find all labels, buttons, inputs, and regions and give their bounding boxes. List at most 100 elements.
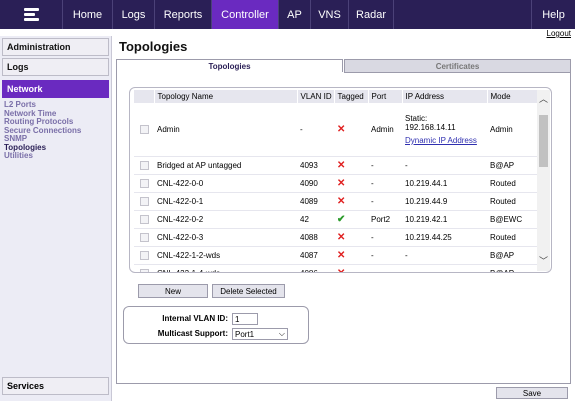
extreme-logo-icon[interactable] [0, 0, 62, 29]
internal-vlan-id-input[interactable]: 1 [232, 313, 258, 325]
table-scrollbar[interactable]: ︿ ﹀ [537, 90, 550, 271]
ip-address: - [402, 264, 487, 272]
table-row[interactable]: CNL-422-0-1 4089 ✕ - 10.219.44.9 Routed [134, 192, 537, 211]
topology-name: Admin [154, 103, 297, 157]
vlan-settings-box: Internal VLAN ID: 1 Multicast Support: P… [123, 306, 309, 344]
mode: Routed [487, 228, 537, 247]
nav-tab-logs[interactable]: Logs [112, 0, 154, 29]
mode: B@AP [487, 246, 537, 265]
row-checkbox[interactable] [140, 196, 149, 206]
multicast-support-value: Port1 [235, 329, 255, 339]
port: - [368, 246, 402, 265]
untagged-x-icon: ✕ [337, 195, 346, 207]
column-header-ip-address[interactable]: IP Address [402, 90, 488, 103]
row-checkbox[interactable] [140, 214, 149, 224]
port: Admin [368, 103, 402, 157]
tagged-check-icon: ✔ [337, 213, 346, 225]
scroll-down-arrow-icon[interactable]: ﹀ [537, 254, 550, 267]
mode: B@AP [487, 264, 537, 272]
row-checkbox[interactable] [140, 250, 149, 260]
scroll-up-arrow-icon[interactable]: ︿ [537, 92, 550, 105]
delete-selected-button[interactable]: Delete Selected [212, 284, 285, 298]
untagged-x-icon: ✕ [337, 177, 346, 189]
new-button[interactable]: New [138, 284, 208, 298]
untagged-x-icon: ✕ [337, 267, 346, 273]
sidebar: Administration Logs Network L2 Ports Net… [0, 36, 112, 401]
row-checkbox[interactable] [140, 178, 149, 188]
port: - [368, 156, 402, 175]
topologies-table: Topology Name VLAN ID Tagged Port IP Add… [134, 90, 538, 273]
tab-certificates[interactable]: Certificates [344, 59, 571, 73]
column-header-topology-name[interactable]: Topology Name [154, 90, 298, 103]
column-header-vlan-id[interactable]: VLAN ID [297, 90, 335, 103]
column-header-select [134, 90, 155, 103]
untagged-x-icon: ✕ [337, 123, 346, 135]
top-nav-bar: Home Logs Reports Controller AP VNS Rada… [0, 0, 575, 29]
nav-tab-controller[interactable]: Controller [211, 0, 278, 29]
save-button[interactable]: Save [496, 387, 568, 399]
table-row[interactable]: Admin - ✕ Admin Static: 192.168.14.11 Dy… [134, 103, 537, 157]
sidebar-item-utilities[interactable]: Utilities [4, 151, 111, 161]
row-checkbox[interactable] [140, 160, 149, 170]
mode: Routed [487, 174, 537, 193]
page-title: Topologies [119, 39, 188, 54]
row-checkbox[interactable] [140, 268, 149, 272]
table-row[interactable]: CNL-422-1-4-wds 4086 ✕ - - B@AP [134, 264, 537, 273]
ip-address: 10.219.44.9 [402, 192, 487, 211]
mode: Routed [487, 192, 537, 211]
topology-name: CNL-422-0-0 [154, 174, 297, 193]
vlan-id: 42 [297, 210, 334, 229]
nav-tab-radar[interactable]: Radar [348, 0, 393, 29]
nav-tab-home[interactable]: Home [62, 0, 112, 29]
internal-vlan-id-label: Internal VLAN ID: [162, 314, 228, 323]
ip-address: - [402, 246, 487, 265]
row-checkbox[interactable] [140, 232, 149, 242]
table-row[interactable]: CNL-422-0-0 4090 ✕ - 10.219.44.1 Routed [134, 174, 537, 193]
nav-tab-reports[interactable]: Reports [154, 0, 211, 29]
untagged-x-icon: ✕ [337, 159, 346, 171]
column-header-port[interactable]: Port [368, 90, 403, 103]
table-header-row: Topology Name VLAN ID Tagged Port IP Add… [134, 90, 538, 103]
sidebar-network-links: L2 Ports Network Time Routing Protocols … [0, 98, 111, 161]
nav-tab-vns[interactable]: VNS [310, 0, 348, 29]
mode: Admin [487, 103, 537, 157]
multicast-support-select[interactable]: Port1 ⌵ [232, 328, 288, 340]
ip-address: 10.219.42.1 [402, 210, 487, 229]
multicast-support-label: Multicast Support: [157, 329, 228, 338]
table-row[interactable]: CNL-422-0-3 4088 ✕ - 10.219.44.25 Routed [134, 228, 537, 247]
mode: B@AP [487, 156, 537, 175]
scrollbar-thumb[interactable] [539, 115, 548, 167]
column-header-tagged[interactable]: Tagged [334, 90, 369, 103]
topologies-table-container: Topology Name VLAN ID Tagged Port IP Add… [129, 87, 552, 273]
topology-name: CNL-422-0-3 [154, 228, 297, 247]
port: - [368, 264, 402, 272]
vlan-id: 4089 [297, 192, 334, 211]
table-row[interactable]: CNL-422-1-2-wds 4087 ✕ - - B@AP [134, 246, 537, 265]
nav-tab-ap[interactable]: AP [278, 0, 310, 29]
port: - [368, 174, 402, 193]
vlan-id: 4093 [297, 156, 334, 175]
nav-help[interactable]: Help [531, 0, 575, 29]
table-row[interactable]: CNL-422-0-2 42 ✔ Port2 10.219.42.1 B@EWC [134, 210, 537, 229]
topology-name: CNL-422-0-2 [154, 210, 297, 229]
vlan-id: 4087 [297, 246, 334, 265]
vlan-id: - [297, 103, 334, 157]
row-checkbox[interactable] [140, 124, 149, 134]
topology-name: CNL-422-1-2-wds [154, 246, 297, 265]
vlan-id: 4090 [297, 174, 334, 193]
topology-name: CNL-422-0-1 [154, 192, 297, 211]
vlan-id: 4088 [297, 228, 334, 247]
sidebar-section-administration[interactable]: Administration [2, 38, 109, 56]
logout-link[interactable]: Logout [547, 29, 571, 38]
sidebar-section-network[interactable]: Network [2, 80, 109, 98]
table-row[interactable]: Bridged at AP untagged 4093 ✕ - - B@AP [134, 156, 537, 175]
untagged-x-icon: ✕ [337, 231, 346, 243]
sidebar-section-services[interactable]: Services [2, 377, 109, 395]
column-header-mode[interactable]: Mode [487, 90, 538, 103]
dynamic-ip-address-link[interactable]: Dynamic IP Address [405, 136, 487, 145]
ip-address: Static: 192.168.14.11 [405, 113, 456, 132]
untagged-x-icon: ✕ [337, 249, 346, 261]
ip-address: - [402, 156, 487, 175]
sidebar-section-logs[interactable]: Logs [2, 58, 109, 76]
tab-topologies[interactable]: Topologies [116, 59, 343, 73]
